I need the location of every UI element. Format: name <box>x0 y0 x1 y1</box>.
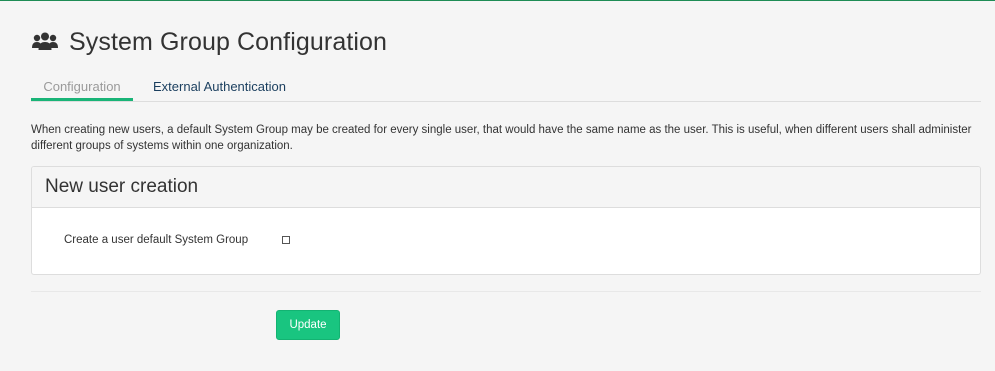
default-system-group-checkbox[interactable] <box>282 236 290 244</box>
tab-bar: Configuration External Authentication <box>31 74 981 102</box>
panel-title: New user creation <box>32 167 980 208</box>
page-header: System Group Configuration <box>31 26 387 58</box>
users-group-icon <box>31 31 59 53</box>
new-user-creation-panel: New user creation Create a user default … <box>31 166 981 275</box>
form-row: Create a user default System Group <box>32 231 980 249</box>
tab-external-authentication[interactable]: External Authentication <box>153 74 286 100</box>
page-title: System Group Configuration <box>69 27 388 56</box>
update-button[interactable]: Update <box>276 310 340 340</box>
divider <box>31 291 981 292</box>
tab-configuration[interactable]: Configuration <box>31 74 133 101</box>
default-system-group-label: Create a user default System Group <box>64 234 249 246</box>
top-border <box>0 0 995 1</box>
page-description: When creating new users, a default Syste… <box>31 124 972 152</box>
